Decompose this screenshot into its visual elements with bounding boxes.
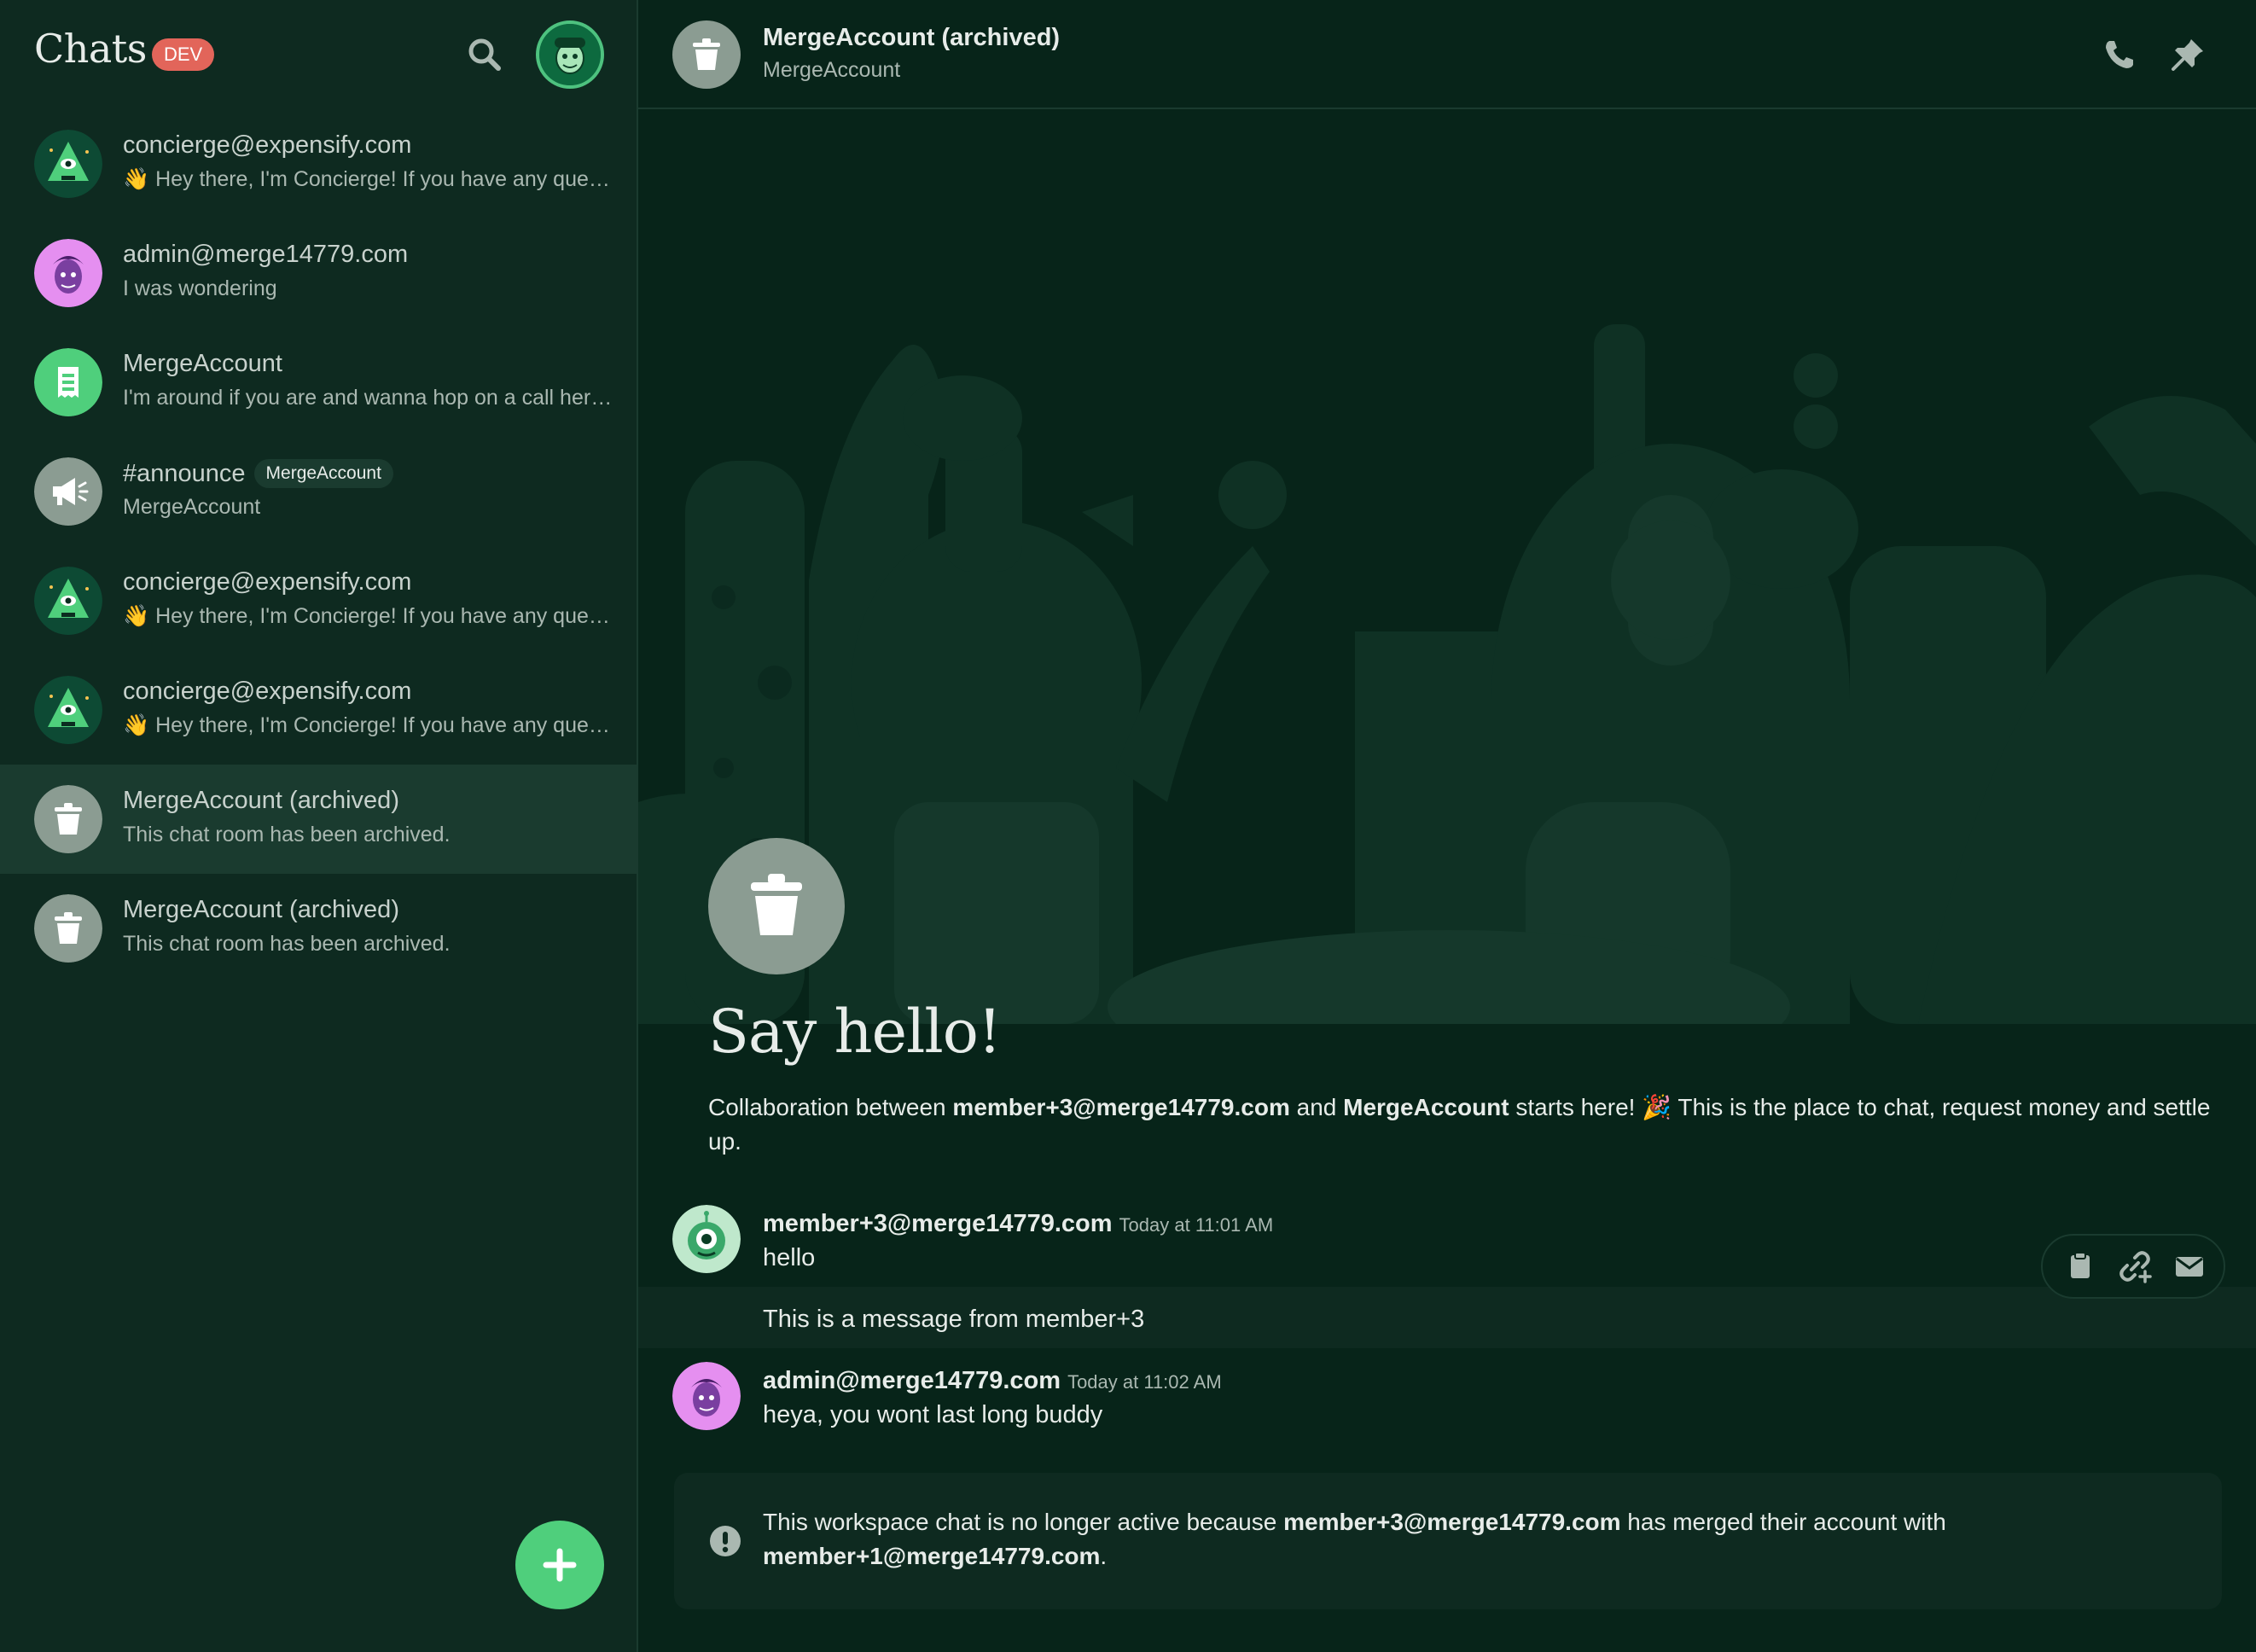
member-avatar[interactable]: [672, 1205, 741, 1273]
message-author-name: admin@merge14779.com: [763, 1367, 1061, 1394]
pin-icon: [2172, 39, 2203, 71]
background-illustration: [638, 324, 2256, 1024]
chat-item-preview: I'm around if you are and wanna hop on a…: [123, 386, 614, 410]
mark-unread-button[interactable]: [2171, 1248, 2208, 1285]
admin-avatar-icon: [34, 239, 102, 307]
sidebar: Chats DEV concierge@expensify.com 👋 Hey …: [0, 0, 638, 1652]
message-text: hello: [763, 1244, 816, 1271]
workspace-receipt-icon: [34, 348, 102, 416]
chat-item-preview: MergeAccount: [123, 495, 261, 519]
banner-from-account[interactable]: member+3@merge14779.com: [1283, 1509, 1620, 1535]
link-plus-icon: [2119, 1251, 2152, 1283]
search-icon: [468, 38, 501, 71]
exclamation-icon: [708, 1524, 742, 1558]
user-avatar-icon: [539, 24, 601, 85]
megaphone-icon: [34, 457, 102, 526]
search-button[interactable]: [464, 34, 505, 75]
chat-view: MergeAccount (archived) MergeAccount Say…: [638, 0, 2256, 1652]
intro-description: Collaboration between member+3@merge1477…: [708, 1091, 2244, 1159]
plus-icon: [543, 1548, 577, 1582]
banner-text-part: has merged their account with: [1620, 1509, 1946, 1535]
chat-item-announce[interactable]: #announce MergeAccount MergeAccount: [0, 437, 637, 546]
chat-item-name: concierge@expensify.com: [123, 131, 412, 159]
copy-link-button[interactable]: [2116, 1248, 2154, 1285]
message-author[interactable]: member+3@merge14779.com Today at 11:01 AM: [763, 1210, 1273, 1238]
concierge-avatar-icon: [34, 567, 102, 635]
chat-item-preview: This chat room has been archived.: [123, 932, 451, 956]
chat-title: MergeAccount (archived): [763, 24, 1061, 51]
chat-item-concierge[interactable]: concierge@expensify.com 👋 Hey there, I'm…: [0, 546, 637, 655]
intro-avatar: [708, 838, 845, 974]
sidebar-header: Chats DEV: [0, 0, 637, 109]
copy-button[interactable]: [2061, 1248, 2099, 1285]
member-avatar-icon: [672, 1205, 741, 1273]
message-timestamp: Today at 11:01 AM: [1119, 1214, 1274, 1236]
trash-icon: [34, 894, 102, 963]
message-author-name: member+3@merge14779.com: [763, 1210, 1113, 1237]
chat-item-name: MergeAccount (archived): [123, 896, 399, 923]
intro-member[interactable]: member+3@merge14779.com: [952, 1094, 1289, 1120]
pin-button[interactable]: [2167, 34, 2208, 75]
envelope-icon: [2176, 1257, 2203, 1277]
concierge-avatar-icon: [34, 676, 102, 744]
message-actions-bar: [2041, 1234, 2225, 1299]
sidebar-title: Chats: [34, 26, 147, 72]
clipboard-icon: [2071, 1252, 2090, 1278]
chat-item-preview: This chat room has been archived.: [123, 823, 451, 846]
chat-item-mergeaccount-archived-active[interactable]: MergeAccount (archived) This chat room h…: [0, 765, 637, 874]
message-timestamp: Today at 11:02 AM: [1067, 1371, 1222, 1393]
chat-item-name: concierge@expensify.com: [123, 678, 412, 705]
intro-workspace[interactable]: MergeAccount: [1343, 1094, 1509, 1120]
chat-header[interactable]: MergeAccount (archived) MergeAccount: [638, 0, 2256, 109]
intro-text-part: and: [1289, 1094, 1344, 1120]
chat-item-concierge[interactable]: concierge@expensify.com 👋 Hey there, I'm…: [0, 109, 637, 218]
chat-item-name-text: #announce: [123, 460, 246, 487]
chat-item-name: MergeAccount (archived): [123, 787, 399, 814]
chat-item-preview: 👋 Hey there, I'm Concierge! If you have …: [123, 713, 614, 737]
admin-avatar-icon: [672, 1362, 741, 1430]
chat-item-preview: 👋 Hey there, I'm Concierge! If you have …: [123, 604, 614, 628]
banner-text-part: .: [1100, 1543, 1108, 1569]
chat-item-mergeaccount-archived[interactable]: MergeAccount (archived) This chat room h…: [0, 874, 637, 983]
intro-text-part: Collaboration between: [708, 1094, 953, 1120]
chat-item-name: admin@merge14779.com: [123, 241, 409, 268]
admin-avatar[interactable]: [672, 1362, 741, 1430]
archived-banner-text: This workspace chat is no longer active …: [763, 1505, 2196, 1573]
new-chat-button[interactable]: [515, 1521, 604, 1609]
message-text: This is a message from member+3: [763, 1306, 1145, 1333]
archived-banner: This workspace chat is no longer active …: [674, 1473, 2222, 1609]
chat-item-admin[interactable]: admin@merge14779.com I was wondering: [0, 218, 637, 328]
message-author[interactable]: admin@merge14779.com Today at 11:02 AM: [763, 1367, 1222, 1395]
chat-item-concierge[interactable]: concierge@expensify.com 👋 Hey there, I'm…: [0, 655, 637, 765]
trash-icon: [34, 785, 102, 853]
concierge-avatar-icon: [34, 130, 102, 198]
trash-icon: [693, 38, 720, 70]
chat-list: concierge@expensify.com 👋 Hey there, I'm…: [0, 109, 637, 983]
chat-item-name: #announce MergeAccount: [123, 459, 393, 488]
chat-subtitle: MergeAccount: [763, 58, 901, 82]
say-hello-heading: Say hello!: [708, 997, 1002, 1067]
chat-item-name: MergeAccount: [123, 350, 282, 377]
banner-text-part: This workspace chat is no longer active …: [763, 1509, 1284, 1535]
header-avatar: [672, 20, 741, 89]
phone-icon: [2106, 41, 2133, 68]
message-text: heya, you wont last long buddy: [763, 1401, 1103, 1428]
chat-item-name: concierge@expensify.com: [123, 568, 412, 596]
user-avatar-button[interactable]: [536, 20, 604, 89]
call-button[interactable]: [2099, 34, 2140, 75]
chat-item-preview: 👋 Hey there, I'm Concierge! If you have …: [123, 167, 614, 191]
banner-to-account[interactable]: member+1@merge14779.com: [763, 1543, 1100, 1569]
dev-badge: DEV: [152, 38, 215, 71]
trash-icon: [751, 874, 802, 935]
chat-item-preview: I was wondering: [123, 276, 277, 300]
chat-item-mergeaccount[interactable]: MergeAccount I'm around if you are and w…: [0, 328, 637, 437]
workspace-tag: MergeAccount: [253, 459, 393, 488]
